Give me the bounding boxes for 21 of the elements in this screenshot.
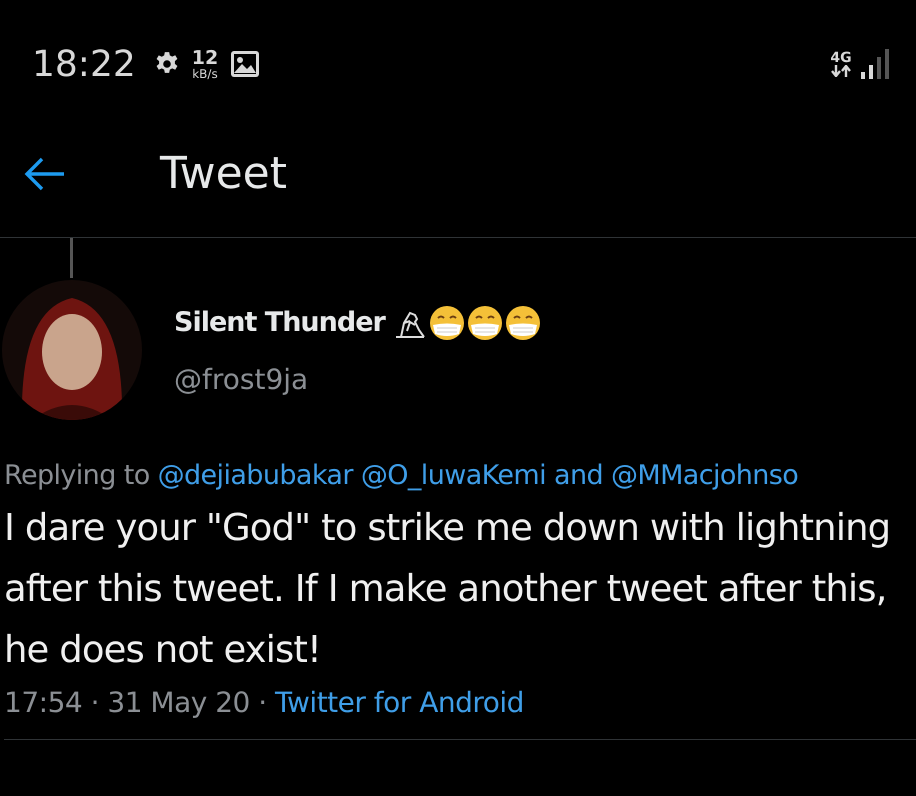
tweet-timestamp: 17:54 · 31 May 20 · Twitter for Android bbox=[4, 686, 916, 740]
mention-link[interactable]: @dejiabubakar bbox=[158, 460, 353, 491]
page-title: Tweet bbox=[160, 148, 287, 199]
replying-to-text: Replying to @dejiabubakar @O_luwaKemi and @MMacjohnso bbox=[4, 460, 800, 491]
mention-link[interactable]: @MMacjohnso bbox=[610, 460, 798, 491]
speed-value: 12 bbox=[192, 48, 218, 68]
clock-time: 18:22 bbox=[32, 44, 136, 84]
network-type: 4G bbox=[830, 51, 852, 65]
mention-link[interactable]: and bbox=[554, 460, 603, 491]
image-icon bbox=[230, 50, 260, 78]
mask-face-emoji-icon bbox=[428, 304, 465, 340]
user-name: Silent Thunder bbox=[174, 307, 385, 338]
mask-face-emoji-icon bbox=[504, 304, 541, 340]
mention-link[interactable]: @O_luwaKemi bbox=[360, 460, 546, 491]
data-arrows-icon bbox=[830, 65, 852, 77]
signal-icon bbox=[860, 48, 890, 80]
speed-unit: kB/s bbox=[192, 68, 218, 80]
tweet-text: I dare your "God" to strike me down with lightning after this tweet. If I make another tweet after this, he does not exist! bbox=[4, 505, 892, 673]
user-handle: @frost9ja bbox=[174, 362, 310, 396]
mask-face-emoji-icon bbox=[466, 304, 503, 340]
source-link[interactable]: Twitter for Android bbox=[275, 686, 524, 719]
